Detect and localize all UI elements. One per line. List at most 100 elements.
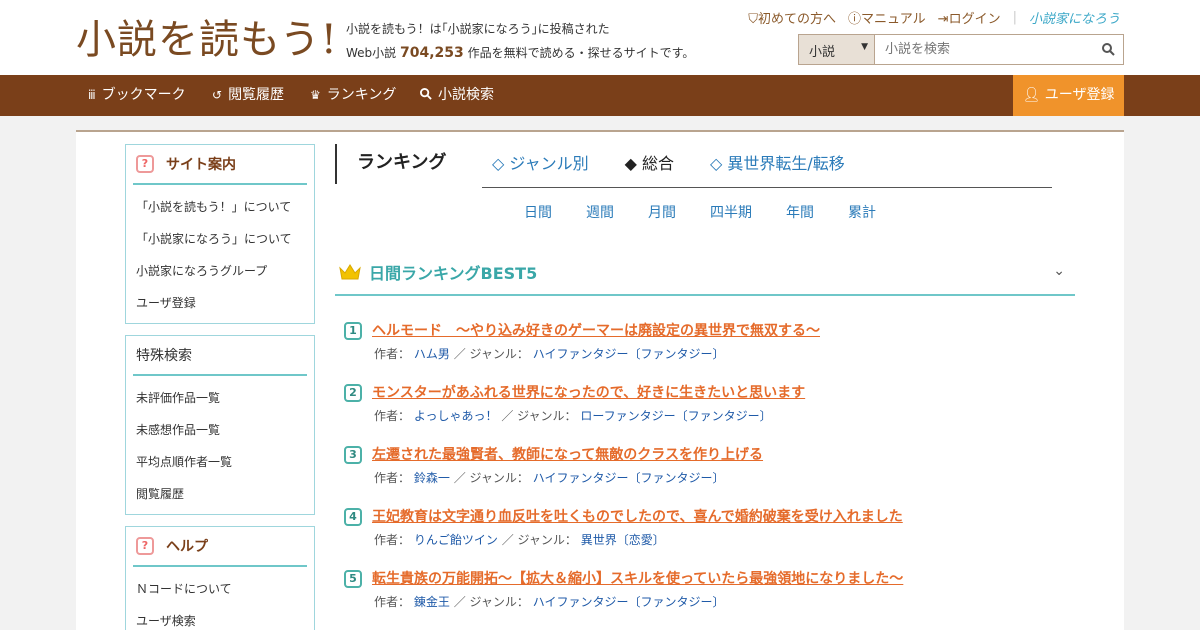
login-link[interactable]: ⇥ログイン <box>938 8 1001 27</box>
signup-button-label: ユーザ登録 <box>1044 87 1115 103</box>
caret-down-icon: ▼ <box>861 42 868 52</box>
site-tagline: 小説を読もう！は｢小説家になろう｣に投稿された Web小説 704,253 作品… <box>346 17 694 65</box>
main-nav: ⅲ ブックマーク ↺ 閲覧履歴 ♛ ランキング 小説検索 👤︎ ユーザ登録 <box>0 75 1200 116</box>
work-count: 704,253 <box>400 45 464 61</box>
tagline-line1: 小説を読もう！は｢小説家になろう｣に投稿された <box>346 22 610 36</box>
novel-title-link[interactable]: モンスターがあふれる世界になったので、好きに生きたいと思います <box>372 382 805 402</box>
tagline-line2: Web小説 704,253 作品を無料で読める・探せるサイトです。 <box>346 41 694 65</box>
signup-button[interactable]: 👤︎ ユーザ登録 <box>1013 75 1124 116</box>
nav-ranking-label: ランキング <box>326 87 397 103</box>
sidebar-item-unrated[interactable]: 未評価作品一覧 <box>126 382 314 414</box>
rank-number: 3 <box>344 446 362 464</box>
search-button[interactable] <box>1093 35 1123 64</box>
novel-title-link[interactable]: 転生貴族の万能開拓～【拡大＆縮小】スキルを使っていたら最強領地になりました～ <box>372 568 903 588</box>
novel-title-link[interactable]: 左遷された最強賢者、教師になって無敵のクラスを作り上げる <box>372 444 763 464</box>
period-quarterly[interactable]: 四半期 <box>710 202 752 222</box>
genre-label: ／ ジャンル： <box>453 347 529 361</box>
genre-label: ／ ジャンル： <box>501 533 577 547</box>
author-link[interactable]: よっしゃあっ！ <box>414 409 498 423</box>
author-link[interactable]: りんご飴ツイン <box>414 533 498 547</box>
genre-link[interactable]: ローファンタジー〔ファンタジー〕 <box>580 409 771 423</box>
period-yearly[interactable]: 年間 <box>786 202 814 222</box>
period-weekly[interactable]: 週間 <box>586 202 614 222</box>
author-label: 作者： <box>374 595 411 609</box>
nav-bookmark[interactable]: ⅲ ブックマーク <box>88 75 186 116</box>
sidebar-item-ncode[interactable]: Ｎコードについて <box>126 573 314 605</box>
period-tabs: 日間 週間 月間 四半期 年間 累計 <box>524 202 910 222</box>
author-label: 作者： <box>374 471 411 485</box>
sidebar-site-guide-title: ? サイト案内 <box>133 145 307 185</box>
crown-icon <box>339 264 361 280</box>
genre-link[interactable]: ハイファンタジー〔ファンタジー〕 <box>533 471 725 485</box>
login-link-label: ログイン <box>948 12 1001 27</box>
sidebar-item-signup[interactable]: ユーザ登録 <box>126 287 314 319</box>
search-category-select[interactable]: 小説 ▼ <box>799 35 875 64</box>
rank-number: 5 <box>344 570 362 588</box>
tagline-prefix: Web小説 <box>346 46 397 60</box>
period-monthly[interactable]: 月間 <box>648 202 676 222</box>
manual-link[interactable]: ⓘマニュアル <box>848 8 926 27</box>
nav-search[interactable]: 小説検索 <box>420 75 494 116</box>
author-link[interactable]: 錬金王 <box>414 595 450 609</box>
sidebar-item-avg-score-authors[interactable]: 平均点順作者一覧 <box>126 446 314 478</box>
beginner-link-label: 初めての方へ <box>758 12 837 27</box>
author-label: 作者： <box>374 347 411 361</box>
help-circle-icon: ⓘ <box>848 12 862 27</box>
header-links: ⛉初めての方へ ⓘマニュアル ⇥ログイン | 小説家になろう <box>748 8 1120 27</box>
period-total[interactable]: 累計 <box>848 202 876 222</box>
sidebar-item-narou-group[interactable]: 小説家になろうグループ <box>126 255 314 287</box>
rank-number: 4 <box>344 508 362 526</box>
divider: | <box>1012 10 1017 25</box>
narou-logo-link[interactable]: 小説家になろう <box>1029 8 1120 27</box>
sidebar-special-search-title: 特殊検索 <box>133 336 307 376</box>
beginner-link[interactable]: ⛉初めての方へ <box>748 8 836 27</box>
novel-title-link[interactable]: ヘルモード ～やり込み好きのゲーマーは廃設定の異世界で無双する～ <box>372 320 820 340</box>
question-icon: ? <box>136 537 154 555</box>
tab-genre[interactable]: ◇ ジャンル別 <box>492 144 589 187</box>
manual-link-label: マニュアル <box>861 12 926 27</box>
sidebar-help-heading: ヘルプ <box>166 539 208 555</box>
sidebar-item-no-reviews[interactable]: 未感想作品一覧 <box>126 414 314 446</box>
search-category-value: 小説 <box>809 45 836 60</box>
author-link[interactable]: ハム男 <box>414 347 450 361</box>
search-icon <box>1101 43 1115 56</box>
ranking-tabs: ◇ ジャンル別 ◆ 総合 ◇ 異世界転生/転移 <box>482 144 1052 188</box>
history-icon: ↺ <box>212 88 223 102</box>
sidebar-item-about-narou[interactable]: 「小説家になろう」について <box>126 223 314 255</box>
nav-search-label: 小説検索 <box>438 87 494 103</box>
genre-link[interactable]: ハイファンタジー〔ファンタジー〕 <box>533 347 725 361</box>
sidebar-site-guide: ? サイト案内 「小説を読もう！」について 「小説家になろう」について 小説家にな… <box>125 144 315 324</box>
genre-label: ／ ジャンル： <box>453 595 529 609</box>
search-form: 小説 ▼ <box>798 34 1124 65</box>
author-link[interactable]: 鈴森一 <box>414 471 450 485</box>
sidebar-item-about-yomou[interactable]: 「小説を読もう！」について <box>126 191 314 223</box>
author-label: 作者： <box>374 409 411 423</box>
nav-ranking[interactable]: ♛ ランキング <box>310 75 396 116</box>
shield-icon: ⛉ <box>748 12 759 27</box>
novel-meta: 作者： ハム男 ／ ジャンル： ハイファンタジー〔ファンタジー〕 <box>374 345 725 362</box>
site-header: 小説を読もう! 小説を読もう！は｢小説家になろう｣に投稿された Web小説 70… <box>0 0 1200 75</box>
nav-history[interactable]: ↺ 閲覧履歴 <box>212 75 284 116</box>
sidebar-special-search: 特殊検索 未評価作品一覧 未感想作品一覧 平均点順作者一覧 閲覧履歴 <box>125 335 315 515</box>
tagline-suffix: 作品を無料で読める・探せるサイトです。 <box>467 46 695 60</box>
period-daily[interactable]: 日間 <box>524 202 552 222</box>
genre-label: ／ ジャンル： <box>453 471 529 485</box>
genre-link[interactable]: ハイファンタジー〔ファンタジー〕 <box>533 595 725 609</box>
sidebar-site-guide-heading: サイト案内 <box>166 157 236 173</box>
sidebar-item-history[interactable]: 閲覧履歴 <box>126 478 314 510</box>
novel-title-link[interactable]: 王妃教育は文字通り血反吐を吐くものでしたので、喜んで婚約破棄を受け入れました <box>372 506 903 526</box>
novel-meta: 作者： 鈴森一 ／ ジャンル： ハイファンタジー〔ファンタジー〕 <box>374 469 725 486</box>
search-input[interactable] <box>875 35 1093 64</box>
novel-meta: 作者： よっしゃあっ！ ／ ジャンル： ローファンタジー〔ファンタジー〕 <box>374 407 772 424</box>
chevron-down-icon[interactable]: ⌄ <box>1053 263 1065 279</box>
site-logo[interactable]: 小説を読もう! <box>76 12 338 68</box>
tab-isekai[interactable]: ◇ 異世界転生/転移 <box>710 144 845 187</box>
tab-overall[interactable]: ◆ 総合 <box>625 144 674 187</box>
genre-link[interactable]: 異世界〔恋愛〕 <box>581 533 665 547</box>
nav-history-label: 閲覧履歴 <box>228 87 285 103</box>
best5-header[interactable]: 日間ランキングBEST5 ⌄ <box>335 250 1075 296</box>
bookmark-icon: ⅲ <box>88 88 96 102</box>
sidebar-item-user-search[interactable]: ユーザ検索 <box>126 605 314 630</box>
author-label: 作者： <box>374 533 411 547</box>
crown-icon: ♛ <box>310 88 321 102</box>
